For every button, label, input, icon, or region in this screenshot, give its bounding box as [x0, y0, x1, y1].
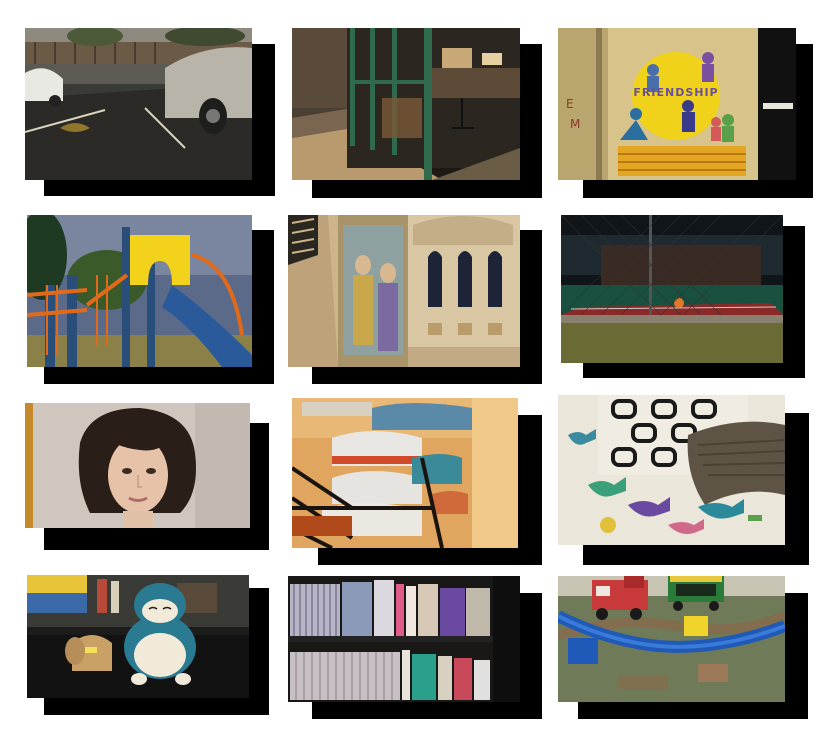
shoe-rack-photo	[292, 398, 518, 548]
cafe-storefront-photo	[292, 28, 520, 180]
toy-train-photo	[558, 576, 785, 702]
svg-text:E: E	[566, 97, 574, 111]
playground-slide-photo	[27, 215, 252, 367]
dinosaur-bedsheet-photo	[558, 395, 785, 545]
church-fresco-photo	[288, 215, 520, 367]
tennis-court-photo	[561, 215, 783, 363]
mannequin-head-photo	[25, 403, 250, 528]
bookshelf-photo	[288, 576, 520, 702]
plush-toy-photo	[27, 575, 249, 698]
svg-text:FRIENDSHIP: FRIENDSHIP	[633, 86, 718, 99]
friendship-mural-photo: FRIENDSHIP E M	[558, 28, 796, 180]
parking-lot-photo	[25, 28, 252, 180]
svg-text:M: M	[570, 117, 580, 131]
